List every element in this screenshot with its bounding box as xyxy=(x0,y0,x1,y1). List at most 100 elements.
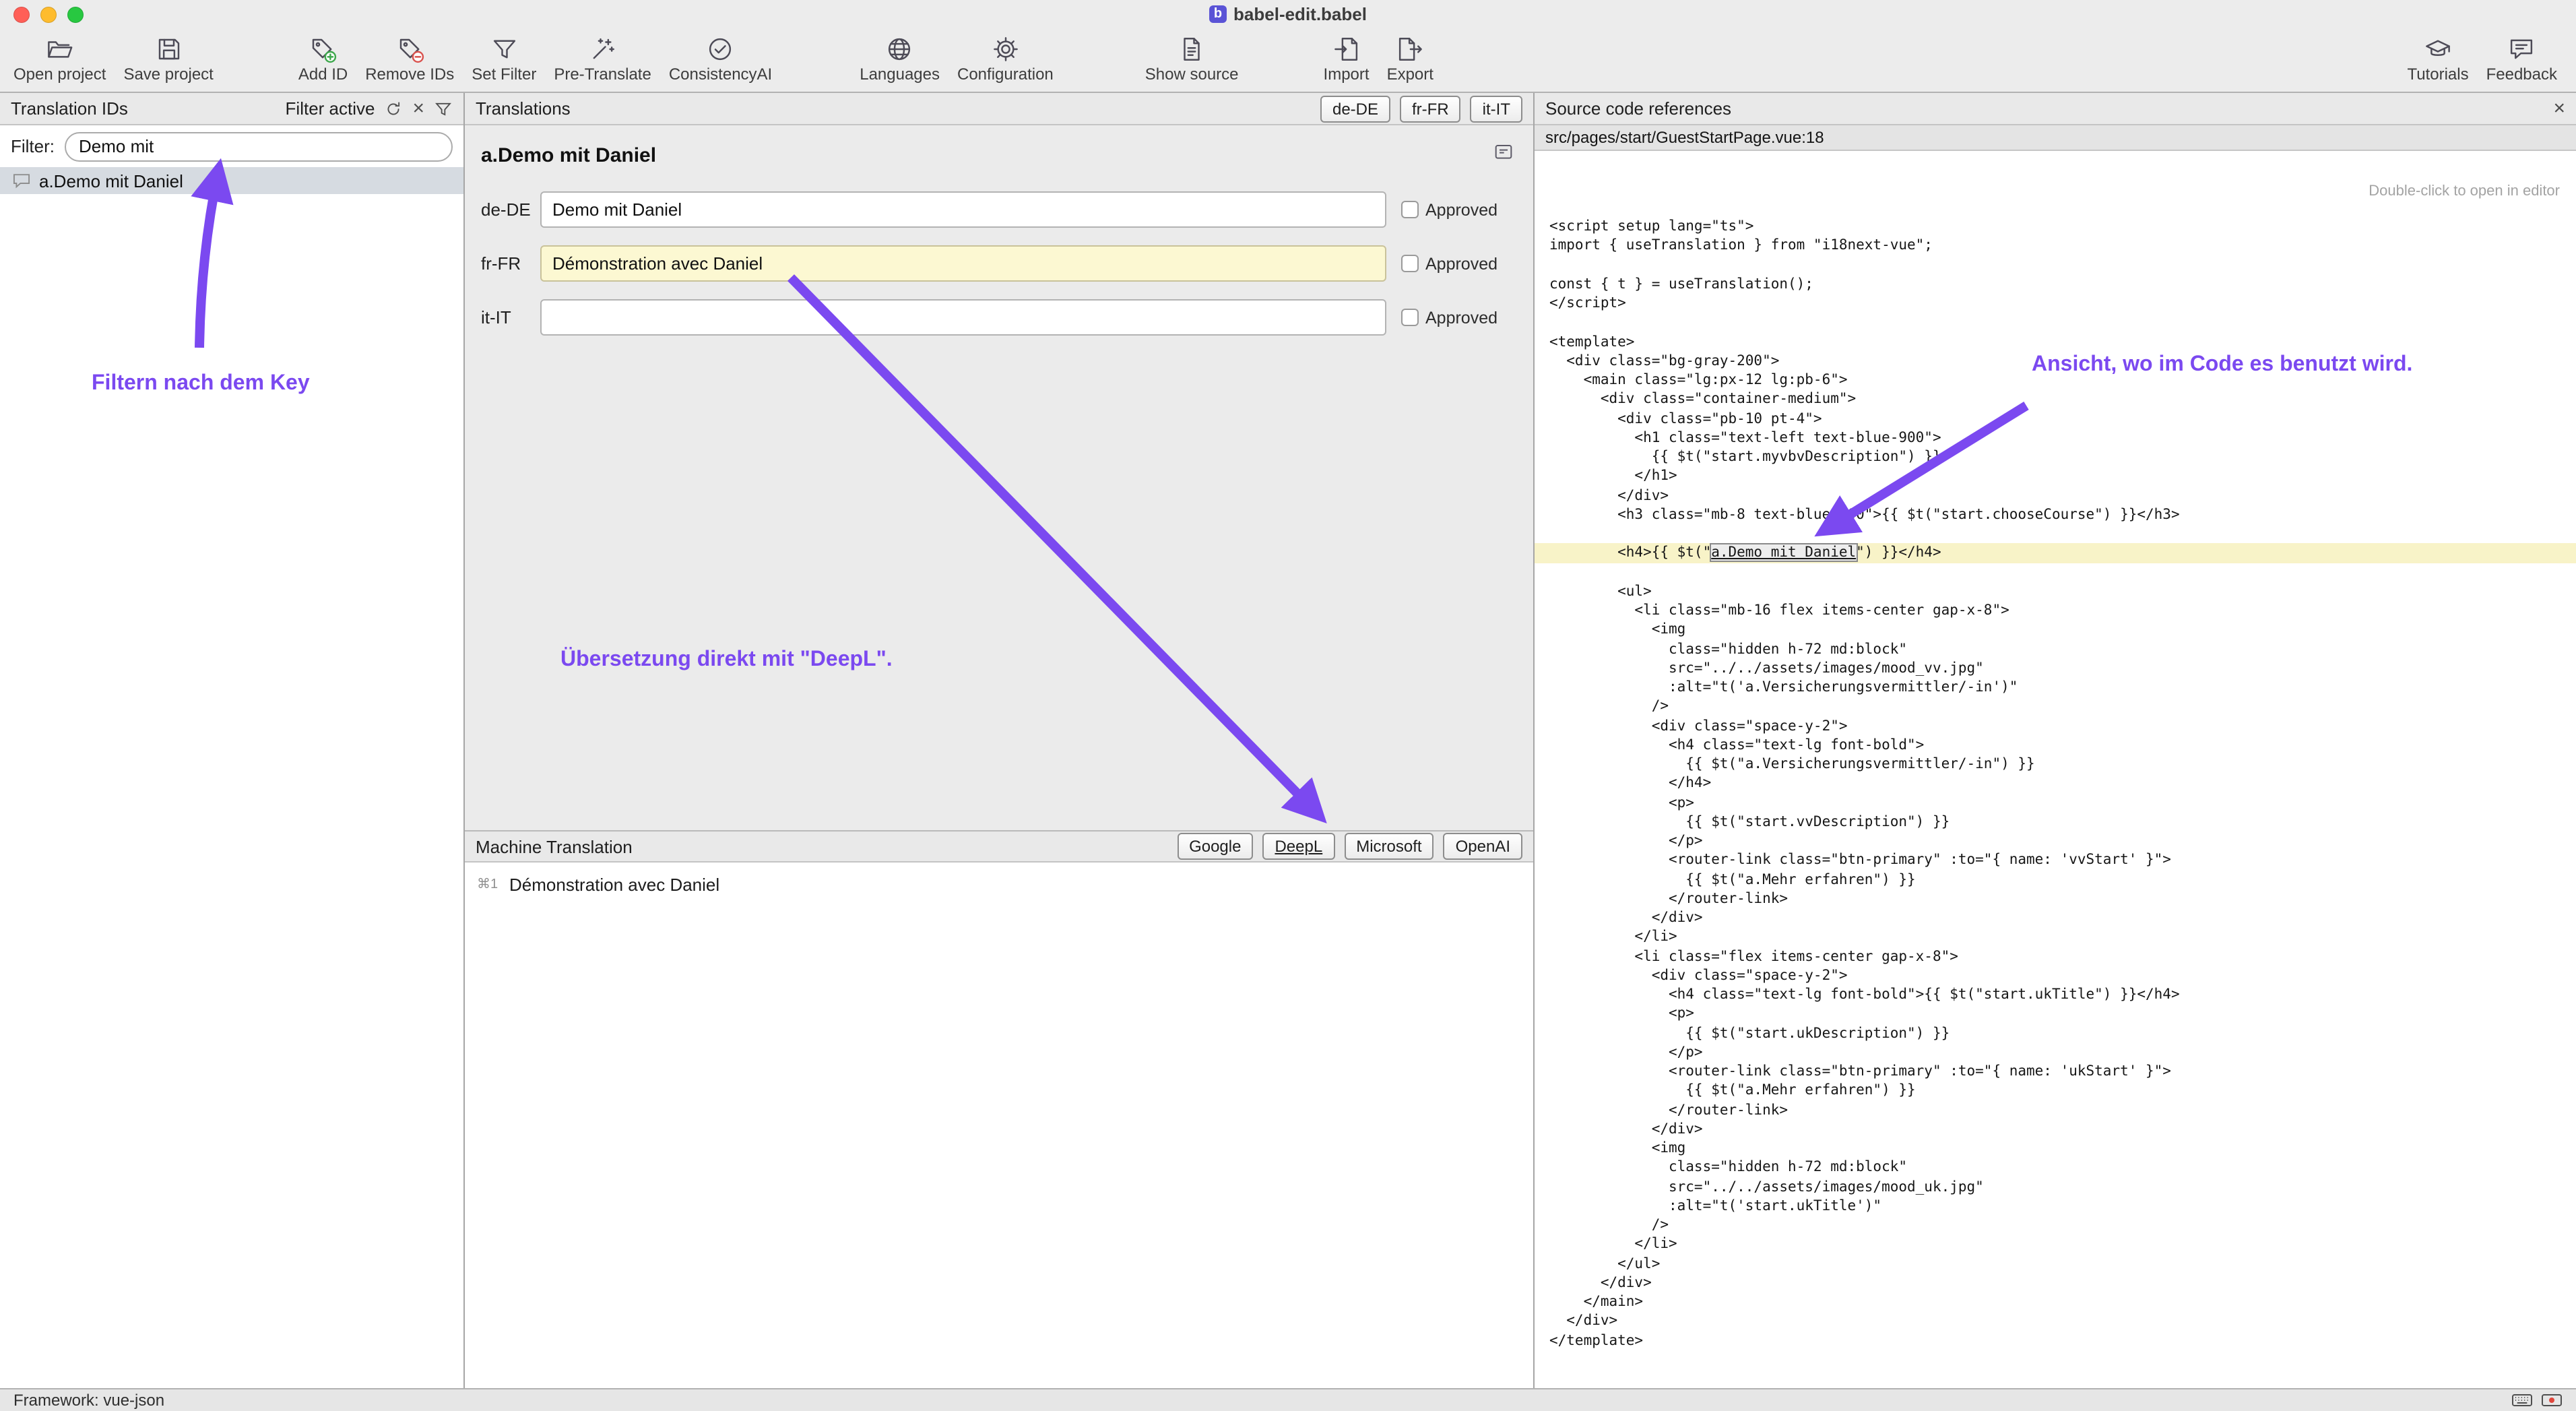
code-line: <router-link class="btn-primary" :to="{ … xyxy=(1535,1062,2576,1081)
close-panel-icon[interactable]: × xyxy=(2553,99,2565,118)
code-line: <li class="flex items-center gap-x-8"> xyxy=(1535,947,2576,966)
clear-filter-icon[interactable]: × xyxy=(412,99,424,118)
code-line: import { useTranslation } from "i18next-… xyxy=(1535,237,2576,256)
approved-checkbox-it-IT[interactable] xyxy=(1401,309,1419,326)
code-line: <div class="pb-10 pt-4"> xyxy=(1535,409,2576,429)
code-line: </h1> xyxy=(1535,467,2576,487)
annotation-source-note: Ansicht, wo im Code es benutzt wird. xyxy=(2032,353,2412,377)
export-icon xyxy=(1396,35,1424,63)
highlighted-translation-key[interactable]: a.Demo mit Daniel xyxy=(1711,545,1856,561)
translation-ids-title: Translation IDs xyxy=(11,98,128,119)
code-line: <img xyxy=(1535,621,2576,640)
provider-button-openai[interactable]: OpenAI xyxy=(1444,833,1522,860)
locale-button-de-DE[interactable]: de-DE xyxy=(1320,95,1390,122)
tutorials-button[interactable]: Tutorials xyxy=(2402,31,2474,84)
languages-button[interactable]: Languages xyxy=(854,31,945,84)
approved-checkbox-fr-FR[interactable] xyxy=(1401,255,1419,272)
keyboard-icon[interactable] xyxy=(2511,1392,2533,1408)
machine-translation-title: Machine Translation xyxy=(476,836,633,856)
approved-label: Approved xyxy=(1425,254,1498,273)
code-line: {{ $t("start.ukDescription") }} xyxy=(1535,1024,2576,1043)
save-project-button[interactable]: Save project xyxy=(118,31,218,84)
translation-ids-panel: Translation IDs Filter active × Filter: … xyxy=(0,93,465,1388)
mt-suggestion-row[interactable]: ⌘1 Démonstration avec Daniel xyxy=(477,875,1533,895)
annotation-deepl-note: Übersetzung direkt mit "DeepL". xyxy=(560,648,893,672)
translation-ids-header: Translation IDs Filter active × xyxy=(0,93,463,125)
filter-icon[interactable] xyxy=(434,99,453,118)
remove-ids-button[interactable]: Remove IDs xyxy=(360,31,459,84)
pre-translate-button[interactable]: Pre-Translate xyxy=(548,31,657,84)
code-line: </main> xyxy=(1535,1292,2576,1312)
translation-row-it-IT: it-IT Approved xyxy=(481,299,1533,336)
window-title-text: babel-edit.babel xyxy=(1233,4,1367,24)
code-line: {{ $t("a.Mehr erfahren") }} xyxy=(1535,870,2576,889)
translation-id-item[interactable]: a.Demo mit Daniel xyxy=(0,167,463,194)
code-line: <h4 class="text-lg font-bold"> xyxy=(1535,736,2576,755)
open-project-button[interactable]: Open project xyxy=(8,31,111,84)
code-line: </div> xyxy=(1535,486,2576,505)
code-listing: <script setup lang="ts">import { useTran… xyxy=(1535,217,2576,1350)
code-line: class="hidden h-72 md:block" xyxy=(1535,1158,2576,1178)
magic-wand-icon xyxy=(589,35,617,63)
globe-icon xyxy=(886,35,914,63)
code-line: <p> xyxy=(1535,1005,2576,1024)
main-area: Translation IDs Filter active × Filter: … xyxy=(0,93,2576,1388)
toolbar: Open project Save project Add ID Remove … xyxy=(0,30,2576,93)
feedback-button[interactable]: Feedback xyxy=(2481,31,2563,84)
code-line: const { t } = useTranslation(); xyxy=(1535,275,2576,294)
machine-translation-body: ⌘1 Démonstration avec Daniel xyxy=(465,863,1533,1388)
translation-row-fr-FR: fr-FR Approved xyxy=(481,245,1533,282)
approved-checkbox-de-DE[interactable] xyxy=(1401,201,1419,218)
translation-input-de-DE[interactable] xyxy=(540,191,1386,228)
provider-button-deepl[interactable]: DeepL xyxy=(1262,833,1334,860)
speech-bubble-icon xyxy=(2507,35,2536,63)
machine-translation-header: Machine Translation Google DeepL Microso… xyxy=(465,830,1533,863)
status-icons xyxy=(2511,1392,2563,1408)
entry-key-title: a.Demo mit Daniel xyxy=(481,144,1533,167)
filter-row: Filter: xyxy=(0,125,463,167)
circle-check-icon xyxy=(707,35,735,63)
row-locale-label: de-DE xyxy=(481,199,540,220)
zoom-window-button[interactable] xyxy=(67,7,84,23)
add-id-button[interactable]: Add ID xyxy=(293,31,353,84)
translation-input-it-IT[interactable] xyxy=(540,299,1386,336)
code-line: <h1 class="text-left text-blue-900"> xyxy=(1535,429,2576,448)
source-file-reference[interactable]: src/pages/start/GuestStartPage.vue:18 xyxy=(1535,125,2576,151)
code-line: </li> xyxy=(1535,1235,2576,1255)
show-source-button[interactable]: Show source xyxy=(1140,31,1244,84)
code-line: {{ $t("start.vvDescription") }} xyxy=(1535,813,2576,832)
translations-header: Translations de-DE fr-FR it-IT xyxy=(465,93,1533,125)
consistency-ai-button[interactable]: ConsistencyAI xyxy=(664,31,777,84)
provider-button-google[interactable]: Google xyxy=(1177,833,1253,860)
source-references-title: Source code references xyxy=(1545,98,1731,119)
code-line: :alt="t('start.ukTitle')" xyxy=(1535,1197,2576,1216)
row-locale-label: fr-FR xyxy=(481,253,540,274)
locale-button-fr-FR[interactable]: fr-FR xyxy=(1400,95,1461,122)
screen-record-icon[interactable] xyxy=(2541,1392,2563,1408)
provider-button-microsoft[interactable]: Microsoft xyxy=(1344,833,1434,860)
approved-group: Approved xyxy=(1401,254,1498,273)
code-line xyxy=(1535,563,2576,582)
minimize-window-button[interactable] xyxy=(40,7,57,23)
filter-input[interactable] xyxy=(64,131,453,161)
set-filter-button[interactable]: Set Filter xyxy=(466,31,542,84)
code-line: <div class="space-y-2"> xyxy=(1535,716,2576,736)
code-line: </script> xyxy=(1535,294,2576,313)
export-button[interactable]: Export xyxy=(1382,31,1439,84)
code-line: <div class="space-y-2"> xyxy=(1535,966,2576,986)
approved-group: Approved xyxy=(1401,200,1498,219)
annotation-filter-note: Filtern nach dem Key xyxy=(92,372,310,396)
refresh-icon[interactable] xyxy=(384,99,403,118)
translations-panel: Translations de-DE fr-FR it-IT a.Demo mi… xyxy=(465,93,1535,1388)
close-window-button[interactable] xyxy=(13,7,30,23)
code-line: </div> xyxy=(1535,1274,2576,1293)
translation-input-fr-FR[interactable] xyxy=(540,245,1386,282)
code-line: {{ $t("a.Versicherungsvermittler/-in") }… xyxy=(1535,755,2576,774)
locale-button-it-IT[interactable]: it-IT xyxy=(1471,95,1522,122)
comment-note-button[interactable] xyxy=(1493,142,1514,163)
editor-hint: Double-click to open in editor xyxy=(2369,183,2560,199)
configuration-button[interactable]: Configuration xyxy=(952,31,1059,84)
source-references-header: Source code references × xyxy=(1535,93,2576,125)
translation-id-label: a.Demo mit Daniel xyxy=(39,170,183,191)
import-button[interactable]: Import xyxy=(1318,31,1375,84)
